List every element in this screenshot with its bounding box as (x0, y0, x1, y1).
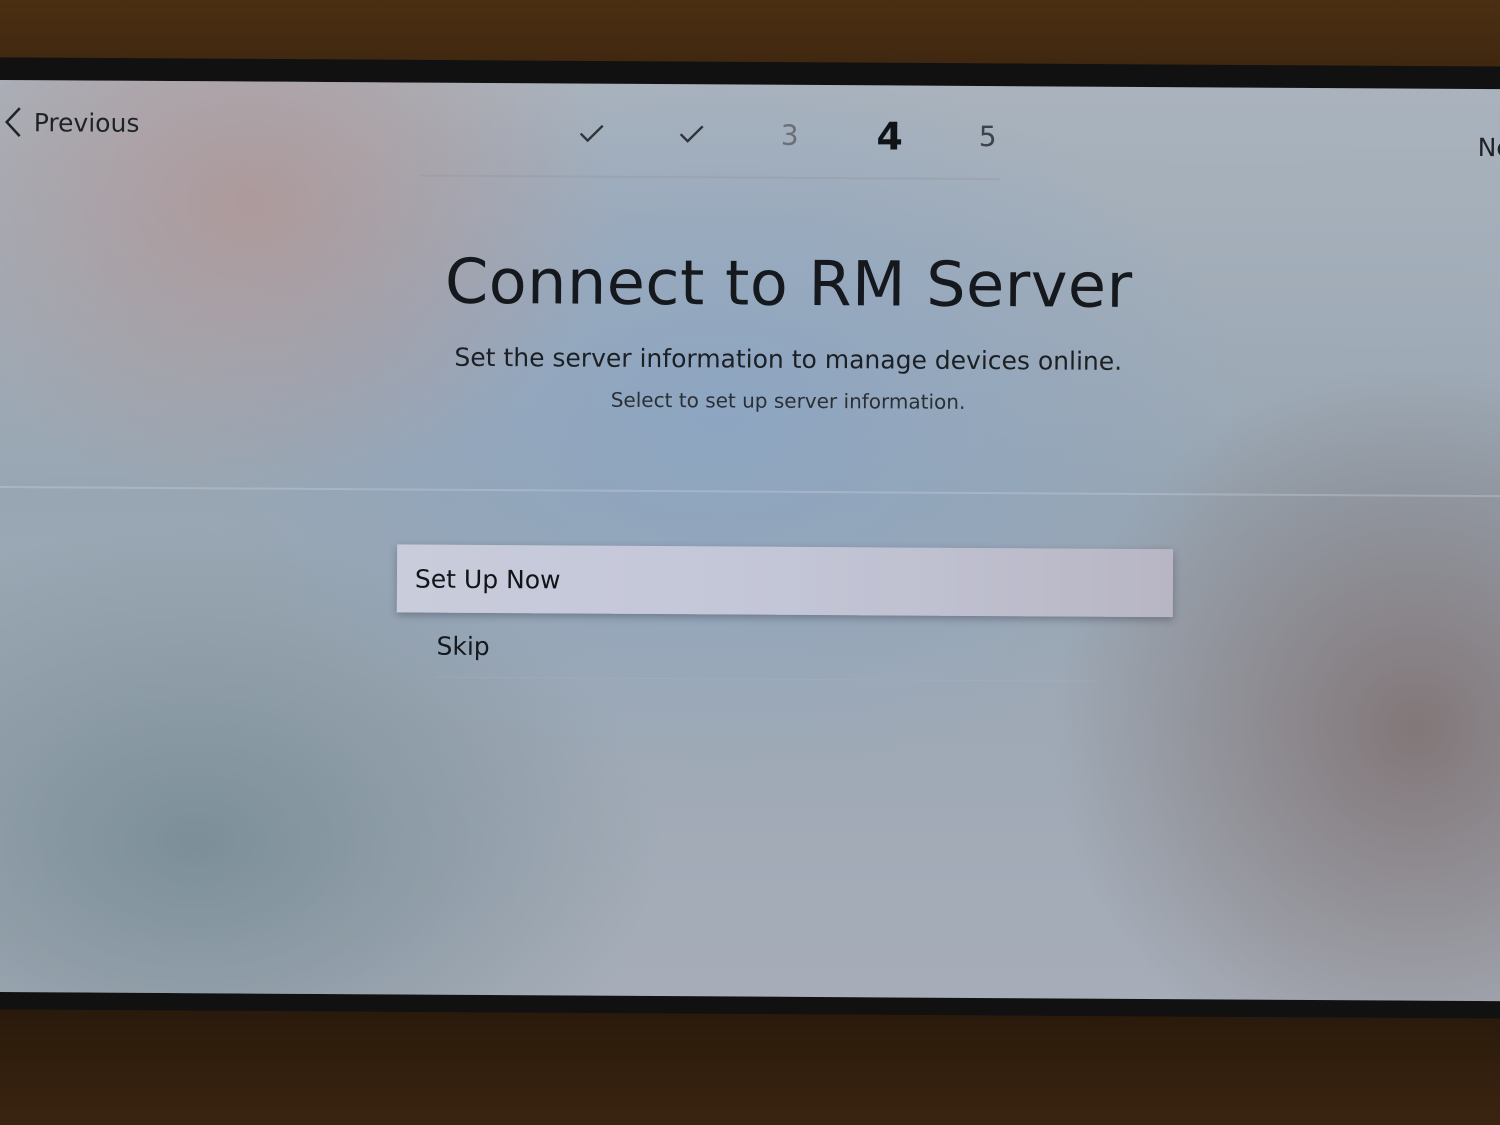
step-indicator: 3 4 5 (569, 109, 1029, 172)
step-4-current: 4 (876, 114, 904, 159)
checkmark-icon (579, 124, 604, 143)
next-button[interactable]: Ne (1478, 133, 1500, 162)
step-5: 5 (978, 119, 997, 154)
previous-button[interactable]: Previous (4, 106, 140, 139)
chevron-left-icon (5, 107, 21, 137)
header-divider (419, 174, 1000, 181)
checkmark-icon (679, 125, 704, 143)
step-1-done (570, 109, 614, 143)
step-3: 3 (780, 118, 799, 152)
previous-label: Previous (33, 107, 140, 138)
skip-label: Skip (436, 631, 490, 661)
skip-button[interactable]: Skip (436, 614, 1097, 682)
page-title: Connect to RM Server (444, 244, 1133, 322)
section-divider (0, 485, 1500, 498)
tv-screen: Previous 3 4 5 Ne Connect to RM Server S… (0, 80, 1500, 1002)
page-subtitle: Set the server information to manage dev… (454, 342, 1123, 376)
set-up-now-button[interactable]: Set Up Now (396, 544, 1174, 618)
set-up-now-label: Set Up Now (414, 564, 561, 594)
page-hint: Select to set up server information. (610, 387, 966, 414)
step-2-done (670, 110, 714, 144)
